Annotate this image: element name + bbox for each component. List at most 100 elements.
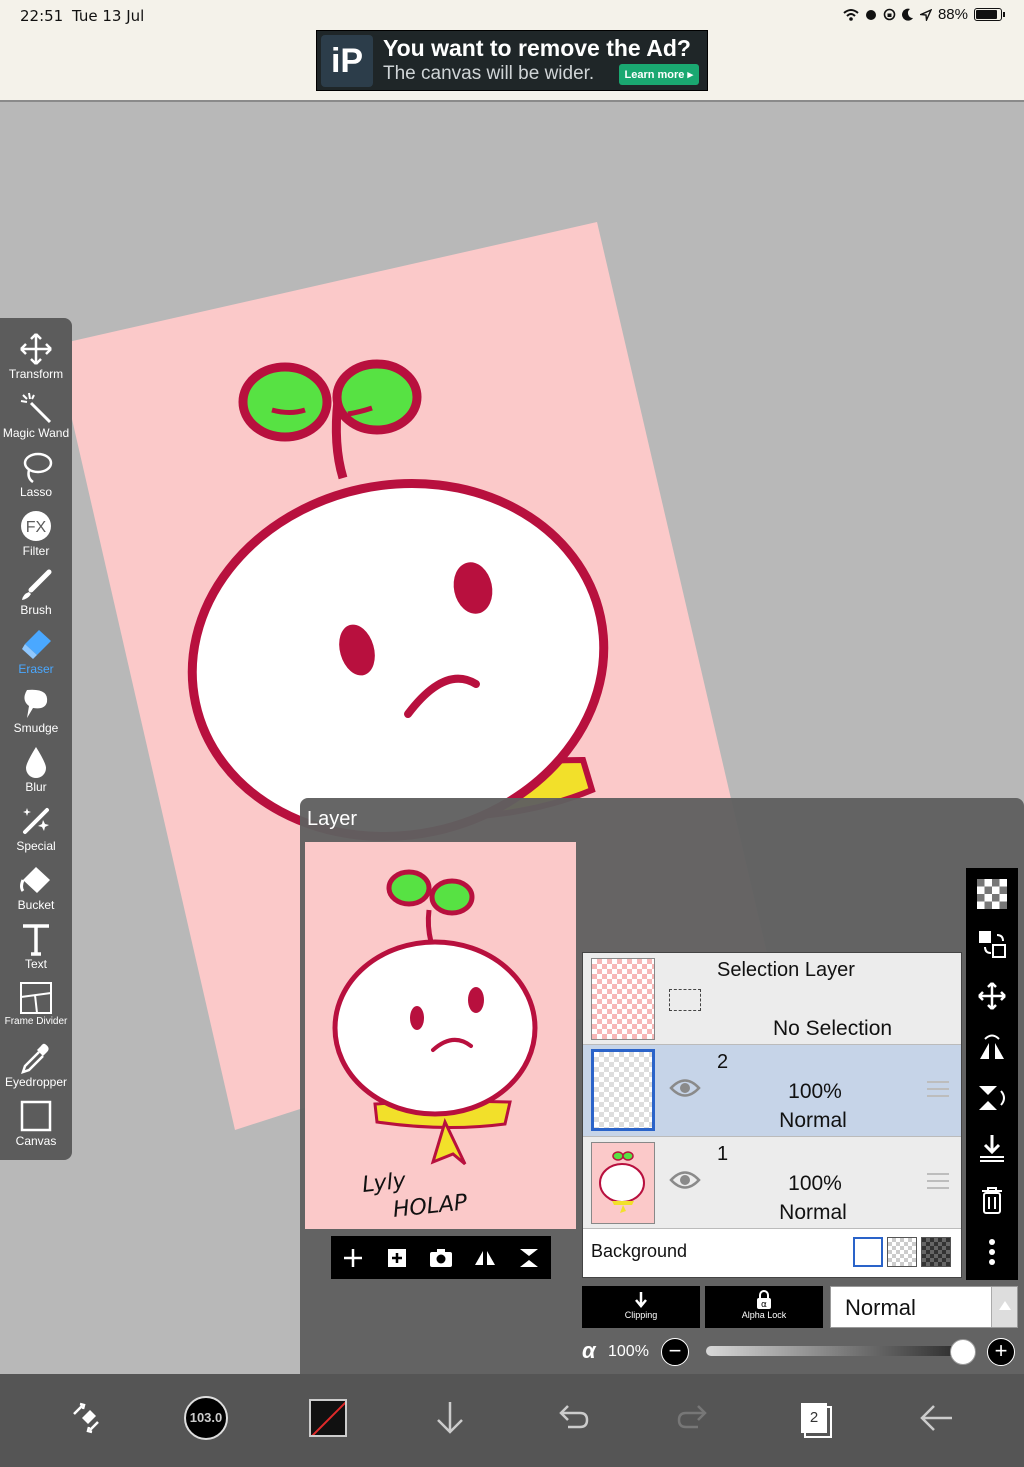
- reorder-handle-icon[interactable]: [927, 1081, 949, 1102]
- battery-level: [976, 10, 998, 19]
- tool-brush[interactable]: Brush: [0, 564, 72, 623]
- clipping-icon: [635, 1292, 647, 1308]
- canvas-icon: [20, 1100, 52, 1132]
- selection-layer-thumbnail: [591, 958, 655, 1040]
- add-layer-icon[interactable]: [340, 1245, 366, 1271]
- alpha-lock-button[interactable]: α Alpha Lock: [705, 1286, 823, 1328]
- blend-mode-arrow-icon[interactable]: [991, 1287, 1017, 1327]
- back-button[interactable]: [906, 1388, 966, 1448]
- drop-icon: [26, 747, 46, 778]
- download-button[interactable]: [420, 1388, 480, 1448]
- flip-layer-horizontal-icon[interactable]: [976, 1032, 1008, 1064]
- copy-layer-icon[interactable]: [976, 928, 1008, 960]
- layer-blend-mode: Normal: [779, 1109, 847, 1132]
- preview-drawing: LylyHOLAP: [332, 869, 538, 1225]
- tool-eraser[interactable]: Eraser: [0, 623, 72, 682]
- flip-horizontal-icon[interactable]: [472, 1245, 498, 1271]
- tool-label: Smudge: [13, 721, 59, 735]
- layer-name: 1: [717, 1143, 729, 1165]
- learn-more-button[interactable]: Learn more ▸: [618, 64, 699, 85]
- tool-special[interactable]: Special: [0, 800, 72, 859]
- eye-icon[interactable]: [669, 1077, 701, 1099]
- undo-button[interactable]: [542, 1388, 602, 1448]
- tool-label: Lasso: [19, 485, 53, 499]
- tool-transform[interactable]: Transform: [0, 328, 72, 387]
- alpha-lock-label: Alpha Lock: [741, 1310, 787, 1320]
- more-options-icon[interactable]: [976, 1236, 1008, 1268]
- flip-vertical-icon[interactable]: [516, 1245, 542, 1271]
- opacity-slider-knob[interactable]: [950, 1339, 976, 1365]
- tool-label: Eyedropper: [4, 1075, 68, 1089]
- alpha-value: 100%: [608, 1343, 649, 1360]
- tool-smudge[interactable]: Smudge: [0, 682, 72, 741]
- status-date: Tue 13 Jul: [72, 7, 145, 25]
- layer-opacity: 100%: [788, 1172, 842, 1195]
- ad-banner[interactable]: iP You want to remove the Ad? The canvas…: [316, 30, 708, 91]
- brush-size-button[interactable]: 103.0: [176, 1388, 236, 1448]
- reorder-handle-icon[interactable]: [927, 1173, 949, 1194]
- tool-magic-wand[interactable]: Magic Wand: [0, 387, 72, 446]
- delete-layer-icon[interactable]: [976, 1184, 1008, 1216]
- selection-layer-name: Selection Layer: [717, 959, 855, 981]
- moon-icon: [901, 8, 913, 21]
- tool-blur[interactable]: Blur: [0, 741, 72, 800]
- tool-bucket[interactable]: Bucket: [0, 859, 72, 918]
- tool-label: Eraser: [18, 662, 54, 676]
- selection-layer-row[interactable]: Selection Layer No Selection: [583, 953, 961, 1045]
- background-dark-swatch[interactable]: [921, 1237, 951, 1267]
- wifi-icon: [843, 8, 859, 21]
- eye-icon[interactable]: [669, 1169, 701, 1191]
- layer-blend-mode: Normal: [779, 1201, 847, 1224]
- brush-eraser-switch-icon: [73, 1402, 99, 1434]
- layer-opacity: 100%: [788, 1080, 842, 1103]
- opacity-slider[interactable]: [706, 1339, 976, 1365]
- camera-icon[interactable]: [428, 1245, 454, 1271]
- layer-actions-strip: [966, 868, 1018, 1280]
- tool-label: Bucket: [17, 898, 55, 912]
- undo-icon: [559, 1405, 589, 1429]
- svg-text:α: α: [761, 1300, 767, 1310]
- layer-row-1[interactable]: 1 100% Normal: [583, 1137, 961, 1229]
- location-icon: [919, 8, 932, 21]
- merge-down-icon[interactable]: [976, 1132, 1008, 1164]
- background-white-swatch[interactable]: [853, 1237, 883, 1267]
- clipping-button[interactable]: Clipping: [582, 1286, 700, 1328]
- checker-layer-icon[interactable]: [976, 878, 1008, 910]
- layer-name: 2: [717, 1051, 729, 1073]
- background-transparent-swatch[interactable]: [887, 1237, 917, 1267]
- opacity-decrease-button[interactable]: −: [661, 1338, 689, 1366]
- layers-button[interactable]: 2: [784, 1388, 844, 1448]
- blend-mode-value: Normal: [845, 1295, 916, 1320]
- quick-switch-button[interactable]: [56, 1388, 116, 1448]
- lasso-icon: [23, 452, 53, 484]
- opacity-increase-button[interactable]: +: [987, 1338, 1015, 1366]
- alpha-symbol: α: [582, 1338, 596, 1363]
- tool-filter[interactable]: FX Filter: [0, 505, 72, 564]
- background-label: Background: [591, 1241, 688, 1261]
- signature-text: LylyHOLAP: [361, 1162, 469, 1225]
- magic-wand-icon: [20, 392, 52, 424]
- tool-label: Filter: [22, 544, 50, 558]
- redo-button[interactable]: [664, 1388, 724, 1448]
- add-special-layer-icon[interactable]: [384, 1245, 410, 1271]
- layer-panel-title: Layer: [307, 808, 358, 830]
- flip-layer-vertical-icon[interactable]: [976, 1082, 1008, 1114]
- tool-text[interactable]: Text: [0, 918, 72, 977]
- brush-icon: [22, 569, 52, 600]
- layer-row-2[interactable]: 2 100% Normal: [583, 1045, 961, 1137]
- tool-sidebar: Transform Magic Wand Lasso FX Filter Bru…: [0, 318, 72, 1160]
- blend-mode-select[interactable]: Normal: [830, 1286, 1018, 1328]
- tool-lasso[interactable]: Lasso: [0, 446, 72, 505]
- layer-list: Selection Layer No Selection 2 100% Norm…: [582, 952, 962, 1278]
- tool-eyedropper[interactable]: Eyedropper: [0, 1036, 72, 1095]
- color-picker-button[interactable]: [298, 1388, 358, 1448]
- move-icon: [20, 333, 52, 365]
- tool-canvas[interactable]: Canvas: [0, 1095, 72, 1154]
- layer-thumbnail: [591, 1142, 655, 1224]
- tool-frame-divider[interactable]: Frame Divider: [0, 977, 72, 1036]
- tool-label: Text: [24, 957, 47, 971]
- move-layer-icon[interactable]: [976, 980, 1008, 1012]
- current-color-swatch: [309, 1399, 347, 1437]
- eraser-icon: [22, 630, 51, 659]
- layer-thumbnail-drawing: [599, 1151, 645, 1213]
